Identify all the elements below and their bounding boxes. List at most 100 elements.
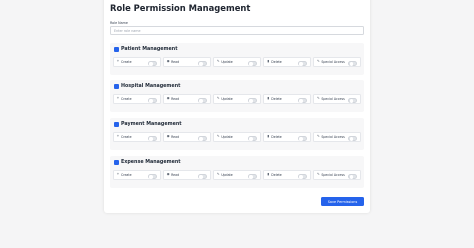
permission-item: ✎ Special Access [313,170,361,180]
permission-label: Update [221,60,233,64]
permission-toggle[interactable] [247,97,257,103]
eye-icon: ◉ [166,96,170,101]
permission-toggle[interactable] [347,135,357,141]
permission-toggle[interactable] [197,173,207,179]
permission-label: Read [171,60,180,64]
permission-label: Create [121,173,132,177]
pencil-icon: ✎ [216,59,220,64]
permission-toggle[interactable] [147,173,157,179]
permission-toggle[interactable] [347,60,357,66]
permission-toggle[interactable] [297,97,307,103]
permission-item: + Create [113,170,161,180]
permission-label: Read [171,97,180,101]
permission-row: + Create ◉ Read ✎ Update ▮ Delete ✎ Special Acces… [113,170,361,180]
eye-icon: ◉ [166,59,170,64]
trash-icon: ▮ [267,134,270,139]
role-name-input[interactable] [110,26,364,35]
permission-item: ◉ Read [163,57,211,67]
permission-section: Payment Management + Create ◉ Read ✎ Update ▮ De… [110,118,364,150]
permission-toggle[interactable] [297,135,307,141]
key-icon: ✎ [317,134,320,139]
permission-section: Expense Management + Create ◉ Read ✎ Update ▮ De… [110,156,364,188]
eye-icon: ◉ [166,172,170,177]
permission-row: + Create ◉ Read ✎ Update ▮ Delete ✎ Special Acces… [113,57,361,67]
role-name-label: Role Name [110,21,128,25]
permission-label: Update [221,135,233,139]
permission-item: ✎ Update [213,170,261,180]
permission-card: Role Permission Management Role Name Pat… [104,0,370,213]
permission-toggle[interactable] [247,135,257,141]
permission-toggle[interactable] [147,60,157,66]
permission-row: + Create ◉ Read ✎ Update ▮ Delete ✎ Special Acces… [113,94,361,104]
permission-label: Delete [271,97,282,101]
permission-toggle[interactable] [197,135,207,141]
permission-item: ✎ Special Access [313,57,361,67]
permission-label: Read [171,173,180,177]
save-permissions-button[interactable]: Save Permissions [321,197,364,206]
permission-section: Hospital Management + Create ◉ Read ✎ Update ▮ D… [110,80,364,112]
plus-icon: + [116,172,120,177]
permission-item: ▮ Delete [263,57,311,67]
permission-item: ✎ Special Access [313,132,361,142]
permission-label: Read [171,135,180,139]
permission-label: Special Access [321,60,345,64]
key-icon: ✎ [317,59,320,64]
permission-label: Create [121,97,132,101]
section-header: Hospital Management [114,84,180,89]
permission-label: Delete [271,60,282,64]
permission-item: ◉ Read [163,94,211,104]
permission-toggle[interactable] [347,97,357,103]
trash-icon: ▮ [267,172,270,177]
permission-toggle[interactable] [147,97,157,103]
plus-icon: + [116,134,120,139]
section-header: Patient Management [114,47,178,52]
pencil-icon: ✎ [216,134,220,139]
section-title: Patient Management [121,47,178,52]
permission-row: + Create ◉ Read ✎ Update ▮ Delete ✎ Special Acces… [113,132,361,142]
permission-toggle[interactable] [297,60,307,66]
permission-item: ▮ Delete [263,94,311,104]
section-header: Expense Management [114,160,181,165]
permission-toggle[interactable] [197,97,207,103]
receipt-icon [114,160,119,165]
section-title: Payment Management [121,122,182,127]
permission-toggle[interactable] [197,60,207,66]
section-title: Hospital Management [121,84,181,89]
section-header: Payment Management [114,122,182,127]
permission-label: Special Access [321,173,345,177]
permission-item: ◉ Read [163,132,211,142]
money-icon [114,122,119,127]
permission-section: Patient Management + Create ◉ Read ✎ Update ▮ De… [110,43,364,75]
permission-item: ✎ Update [213,57,261,67]
pencil-icon: ✎ [216,172,220,177]
plus-icon: + [116,96,120,101]
permission-toggle[interactable] [147,135,157,141]
page-title: Role Permission Management [110,3,251,13]
permission-toggle[interactable] [247,60,257,66]
permission-label: Create [121,60,132,64]
permission-item: ▮ Delete [263,132,311,142]
permission-toggle[interactable] [297,173,307,179]
permission-item: + Create [113,132,161,142]
key-icon: ✎ [317,172,320,177]
permission-item: + Create [113,57,161,67]
permission-label: Special Access [321,97,345,101]
person-icon [114,47,119,52]
permission-label: Delete [271,173,282,177]
permission-item: ◉ Read [163,170,211,180]
permission-item: ✎ Special Access [313,94,361,104]
plus-icon: + [116,59,120,64]
trash-icon: ▮ [267,59,270,64]
permission-item: ▮ Delete [263,170,311,180]
permission-label: Delete [271,135,282,139]
permission-label: Update [221,173,233,177]
permission-label: Update [221,97,233,101]
permission-item: ✎ Update [213,132,261,142]
hospital-icon [114,84,119,89]
trash-icon: ▮ [267,96,270,101]
permission-toggle[interactable] [247,173,257,179]
pencil-icon: ✎ [216,96,220,101]
eye-icon: ◉ [166,134,170,139]
permission-toggle[interactable] [347,173,357,179]
section-title: Expense Management [121,160,181,165]
